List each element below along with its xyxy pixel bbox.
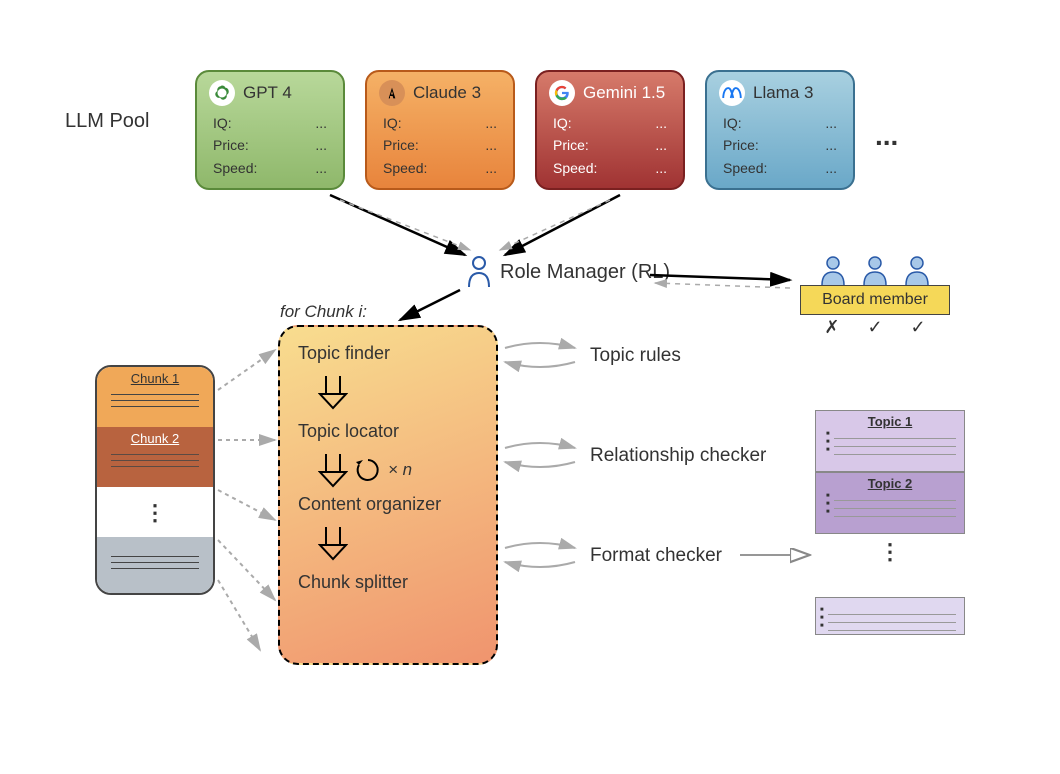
prop-label: Price: [383,134,419,156]
llm-name: Llama 3 [753,83,813,103]
topic-1-block: Topic 1 [815,410,965,472]
chunk-label: Chunk 2 [105,431,205,446]
vote-mark: ✓ [911,317,926,338]
checker-relationship: Relationship checker [590,445,766,467]
checker-topic-rules: Topic rules [590,345,681,367]
google-icon [549,80,575,106]
role-manager-label: Role Manager (RL) [500,261,670,284]
chunk-n [97,537,213,595]
prop-value: ... [315,134,327,156]
topic-output: Topic 1 Topic 2 ⋮ [815,410,965,635]
process-box: Topic finder Topic locator × n Content o… [278,325,498,665]
person-icon [819,255,847,285]
prop-value: ... [655,134,667,156]
prop-label: Speed: [553,157,597,179]
chunk-ellipsis: ⋮ [97,487,213,537]
role-manager: Role Manager (RL) [466,255,670,289]
llm-card-claude3: Claude 3 IQ:... Price:... Speed:... [365,70,515,190]
llm-card-llama3: Llama 3 IQ:... Price:... Speed:... [705,70,855,190]
board-member-group: Board member ✗ ✓ ✓ [800,255,950,338]
anthropic-icon [379,80,405,106]
step-chunk-splitter: Chunk splitter [298,572,478,593]
llm-pool-label: LLM Pool [65,110,150,133]
topic-2-block: Topic 2 [815,472,965,534]
llm-card-gemini: Gemini 1.5 IQ:... Price:... Speed:... [535,70,685,190]
prop-value: ... [315,112,327,134]
prop-label: Price: [553,134,589,156]
board-label-box: Board member [800,285,950,315]
meta-icon [719,80,745,106]
chunk-label: Chunk 1 [105,371,205,386]
topic-n-block [815,597,965,635]
chunk-input-box: Chunk 1 Chunk 2 ⋮ [95,365,215,595]
chunk-2: Chunk 2 [97,427,213,487]
loop-count: × n [388,460,412,480]
person-icon [861,255,889,285]
board-votes: ✗ ✓ ✓ [800,317,950,338]
topic-label: Topic 2 [824,476,956,491]
vote-mark: ✗ [824,317,839,338]
prop-label: Price: [213,134,249,156]
pool-ellipsis: ... [875,120,898,152]
loop-circle-icon [354,456,382,484]
prop-value: ... [655,157,667,179]
prop-value: ... [315,157,327,179]
step-topic-locator: Topic locator [298,421,478,442]
prop-value: ... [655,112,667,134]
checker-format: Format checker [590,545,722,567]
prop-value: ... [825,134,837,156]
prop-label: IQ: [553,112,572,134]
board-label: Board member [822,291,928,309]
vote-mark: ✓ [867,317,882,338]
prop-value: ... [485,134,497,156]
prop-label: IQ: [723,112,742,134]
prop-label: Speed: [213,157,257,179]
down-arrow-icon [318,374,348,410]
prop-label: IQ: [383,112,402,134]
llm-name: Claude 3 [413,83,481,103]
prop-value: ... [485,157,497,179]
llm-name: GPT 4 [243,83,292,103]
openai-icon [209,80,235,106]
prop-value: ... [485,112,497,134]
board-people-icons [800,255,950,285]
down-arrow-icon [318,452,348,488]
llm-name: Gemini 1.5 [583,83,665,103]
person-icon [903,255,931,285]
prop-label: Speed: [383,157,427,179]
step-content-organizer: Content organizer [298,494,478,515]
prop-value: ... [825,157,837,179]
person-icon [466,255,492,289]
prop-label: Price: [723,134,759,156]
prop-value: ... [825,112,837,134]
chunk-1: Chunk 1 [97,367,213,427]
step-topic-finder: Topic finder [298,343,478,364]
prop-label: Speed: [723,157,767,179]
topic-ellipsis: ⋮ [815,546,965,557]
llm-card-gpt4: GPT 4 IQ:... Price:... Speed:... [195,70,345,190]
topic-label: Topic 1 [824,414,956,429]
down-arrow-icon [318,525,348,561]
prop-label: IQ: [213,112,232,134]
chunk-loop-label: for Chunk i: [280,302,367,322]
